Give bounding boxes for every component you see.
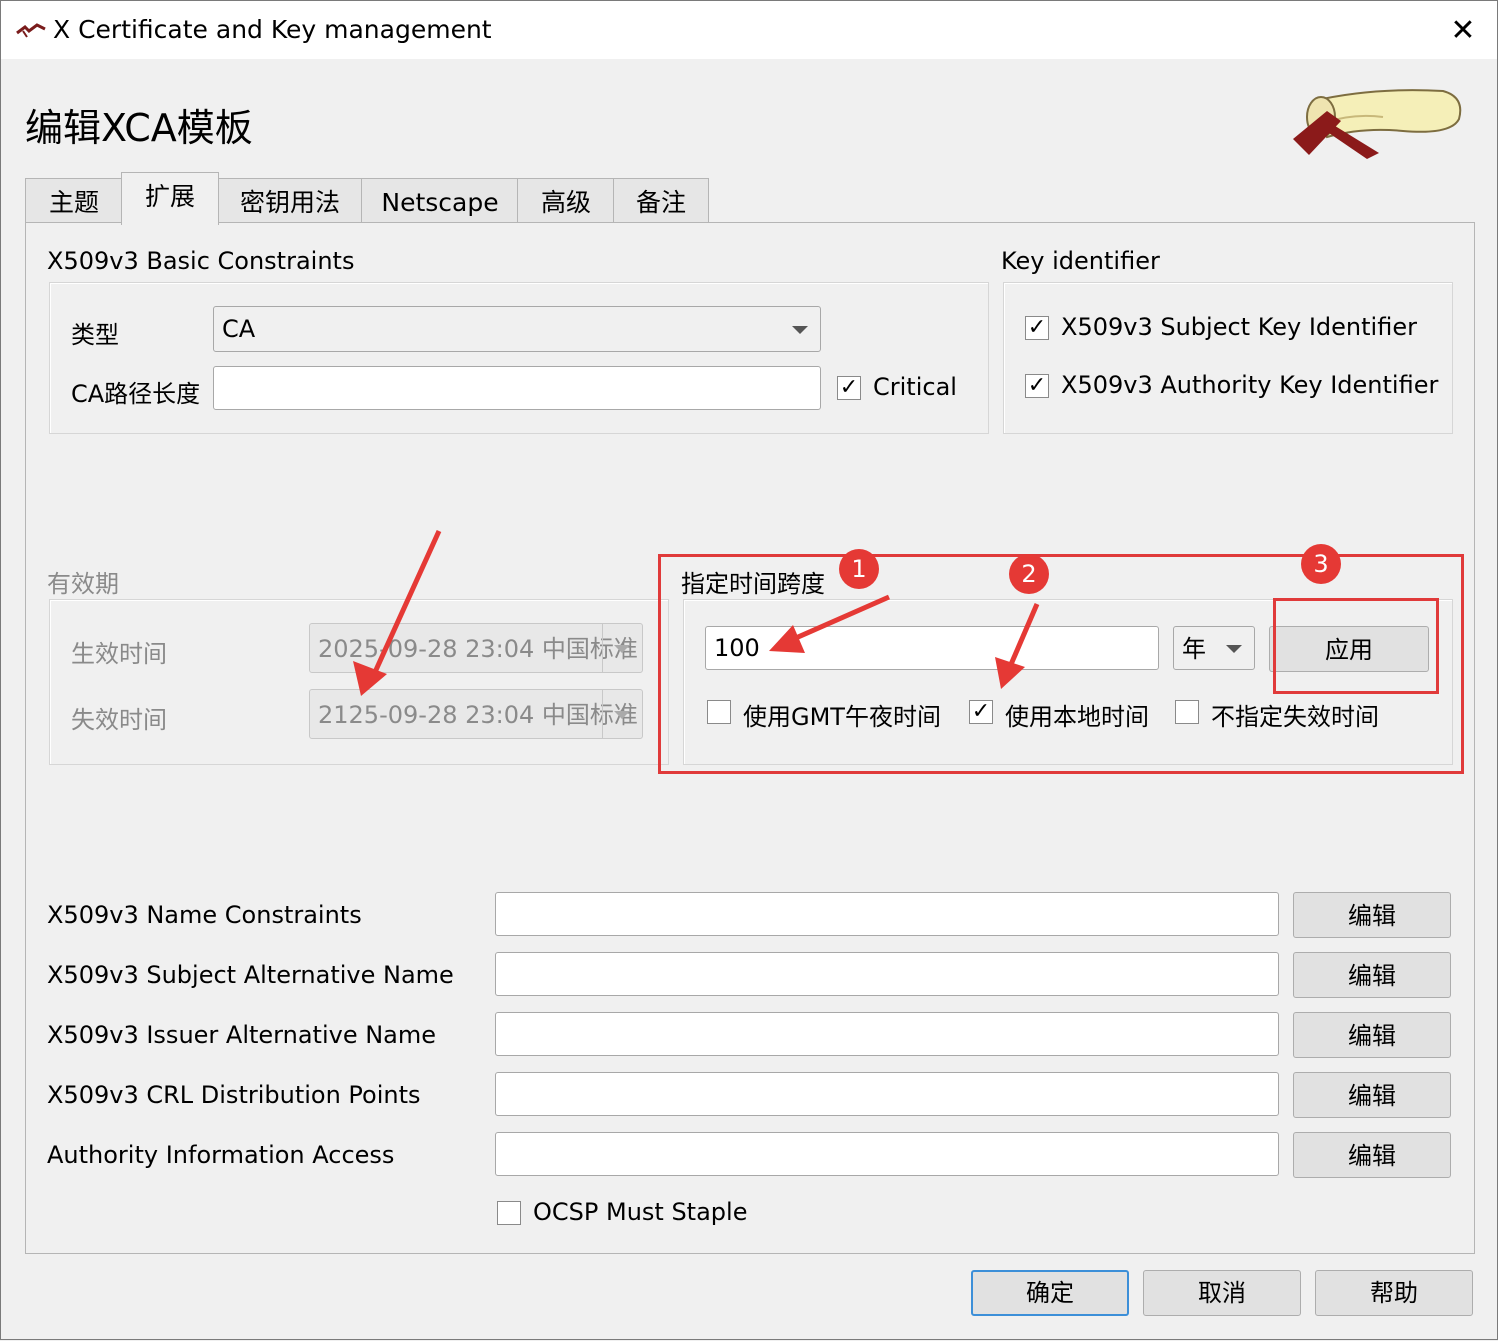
tab-extensions[interactable]: 扩展 bbox=[121, 172, 219, 225]
arrow-to-amount-input bbox=[787, 594, 891, 644]
arrow-to-end-time bbox=[368, 529, 442, 683]
arrow-head-end-time bbox=[353, 661, 387, 696]
dialog-window: X Certificate and Key management ✕ 编辑XCA… bbox=[0, 0, 1498, 1340]
arrow-to-local-time bbox=[1006, 603, 1040, 670]
tab-label: 扩展 bbox=[144, 182, 195, 211]
annotation-arrows bbox=[353, 529, 1040, 696]
